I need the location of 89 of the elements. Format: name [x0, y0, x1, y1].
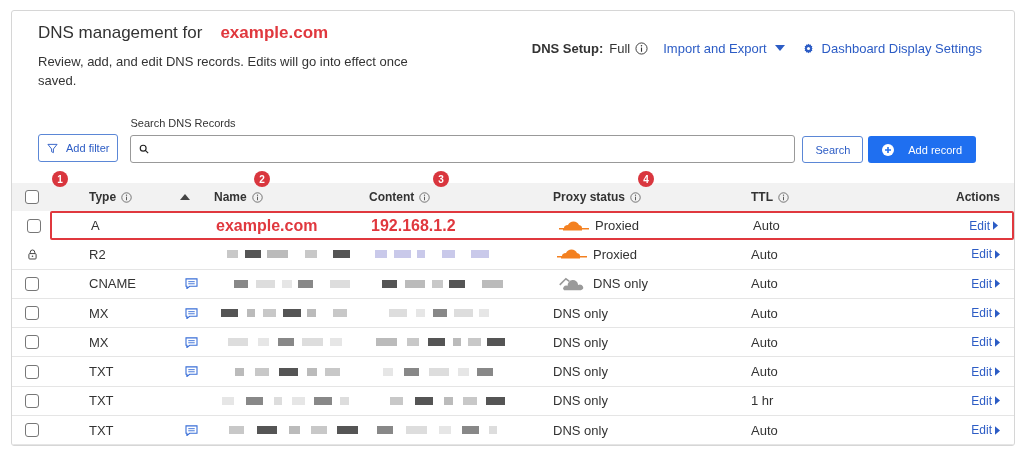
- settings-icon[interactable]: [802, 42, 814, 54]
- annotation-badge: 3: [433, 171, 449, 187]
- filter-icon[interactable]: [47, 142, 58, 154]
- edit-link[interactable]: Edit: [971, 247, 1000, 262]
- ttl-value: 1 hr: [751, 393, 774, 409]
- proxy-status: DNS only: [553, 334, 608, 350]
- dns-setup-label: DNS Setup:: [531, 40, 604, 56]
- caret-icon[interactable]: [993, 221, 998, 231]
- ttl-value: Auto: [751, 276, 778, 292]
- proxy-status: Proxied: [593, 246, 638, 262]
- sort-ascending-icon[interactable]: [180, 194, 190, 200]
- comment-icon[interactable]: [185, 278, 198, 290]
- add-record-button[interactable]: Add record: [868, 136, 977, 163]
- record-type: TXT: [89, 364, 115, 380]
- caret-icon[interactable]: [995, 425, 1000, 435]
- info-icon[interactable]: [121, 191, 133, 203]
- search-label: Search DNS Records: [130, 117, 237, 129]
- record-type: MX: [89, 334, 110, 350]
- add-filter-button[interactable]: Add filter: [38, 134, 119, 162]
- search-button[interactable]: Search: [802, 136, 864, 163]
- row-checkbox[interactable]: [25, 306, 39, 321]
- plus-icon[interactable]: [882, 143, 895, 156]
- annotation-badge: 1: [52, 171, 68, 187]
- page-title: DNS management for: [38, 23, 203, 43]
- annotation-badge: 2: [254, 171, 270, 187]
- ttl-value: Auto: [751, 422, 778, 438]
- edit-link[interactable]: Edit: [971, 276, 1000, 291]
- ttl-value: Auto: [751, 246, 778, 262]
- ttl-value: Auto: [751, 364, 778, 380]
- caret-icon[interactable]: [995, 367, 1000, 377]
- proxy-status: Proxied: [595, 218, 640, 234]
- edit-link[interactable]: Edit: [969, 218, 998, 233]
- search-icon: [139, 144, 150, 154]
- comment-icon[interactable]: [185, 366, 198, 378]
- row-checkbox[interactable]: [27, 218, 41, 233]
- annotation-badge: 4: [638, 171, 654, 187]
- domain-name: example.com: [220, 23, 329, 43]
- edit-link[interactable]: Edit: [971, 306, 1000, 321]
- ttl-value: Auto: [753, 218, 780, 234]
- select-all-checkbox[interactable]: [25, 190, 39, 204]
- comment-icon[interactable]: [185, 336, 198, 348]
- caret-icon[interactable]: [995, 279, 1000, 289]
- proxy-status: DNS only: [553, 305, 608, 321]
- column-header[interactable]: TTL: [751, 190, 773, 204]
- row-checkbox[interactable]: [25, 364, 39, 379]
- record-content: 192.168.1.2: [371, 216, 456, 235]
- proxy-status: DNS only: [553, 364, 608, 380]
- column-header[interactable]: Content: [369, 190, 415, 204]
- info-icon[interactable]: [635, 41, 649, 55]
- record-type: R2: [89, 246, 107, 262]
- record-type: MX: [89, 305, 110, 321]
- caret-icon[interactable]: [995, 396, 1000, 406]
- import-export-link[interactable]: Import and Export: [663, 40, 785, 56]
- proxy-status: DNS only: [593, 276, 648, 292]
- caret-icon[interactable]: [995, 337, 1000, 347]
- dns-setup-value: Full: [609, 40, 631, 56]
- record-name: example.com: [216, 216, 318, 235]
- row-checkbox[interactable]: [25, 393, 39, 408]
- info-icon[interactable]: [778, 191, 789, 203]
- display-settings-link[interactable]: Dashboard Display Settings: [821, 40, 982, 56]
- comment-icon[interactable]: [185, 424, 198, 436]
- record-type: CNAME: [89, 276, 137, 292]
- caret-icon[interactable]: [995, 308, 1000, 318]
- edit-link[interactable]: Edit: [971, 393, 1000, 408]
- info-icon[interactable]: [630, 191, 642, 203]
- caret-icon[interactable]: [774, 45, 785, 51]
- edit-link[interactable]: Edit: [971, 364, 1000, 379]
- column-header[interactable]: Proxy status: [553, 190, 626, 204]
- info-icon[interactable]: [251, 191, 263, 203]
- record-type: TXT: [89, 422, 115, 438]
- proxy-status: DNS only: [553, 393, 608, 409]
- column-header[interactable]: Name: [214, 190, 247, 204]
- row-checkbox[interactable]: [25, 276, 39, 291]
- caret-icon[interactable]: [995, 249, 1000, 259]
- page-description: Review, add, and edit DNS records. Edits will go into effect once saved.: [38, 53, 409, 90]
- column-header[interactable]: Type: [89, 190, 117, 204]
- row-checkbox[interactable]: [25, 335, 39, 350]
- record-type: TXT: [89, 393, 115, 409]
- info-icon[interactable]: [419, 191, 431, 203]
- ttl-value: Auto: [751, 305, 778, 321]
- search-field[interactable]: [130, 135, 796, 163]
- proxy-status: DNS only: [553, 422, 608, 438]
- comment-icon[interactable]: [185, 307, 198, 319]
- edit-link[interactable]: Edit: [971, 423, 1000, 438]
- edit-link[interactable]: Edit: [971, 335, 1000, 350]
- column-header[interactable]: Actions: [956, 190, 1000, 204]
- record-type: A: [91, 218, 101, 234]
- row-checkbox[interactable]: [25, 423, 39, 438]
- ttl-value: Auto: [751, 334, 778, 350]
